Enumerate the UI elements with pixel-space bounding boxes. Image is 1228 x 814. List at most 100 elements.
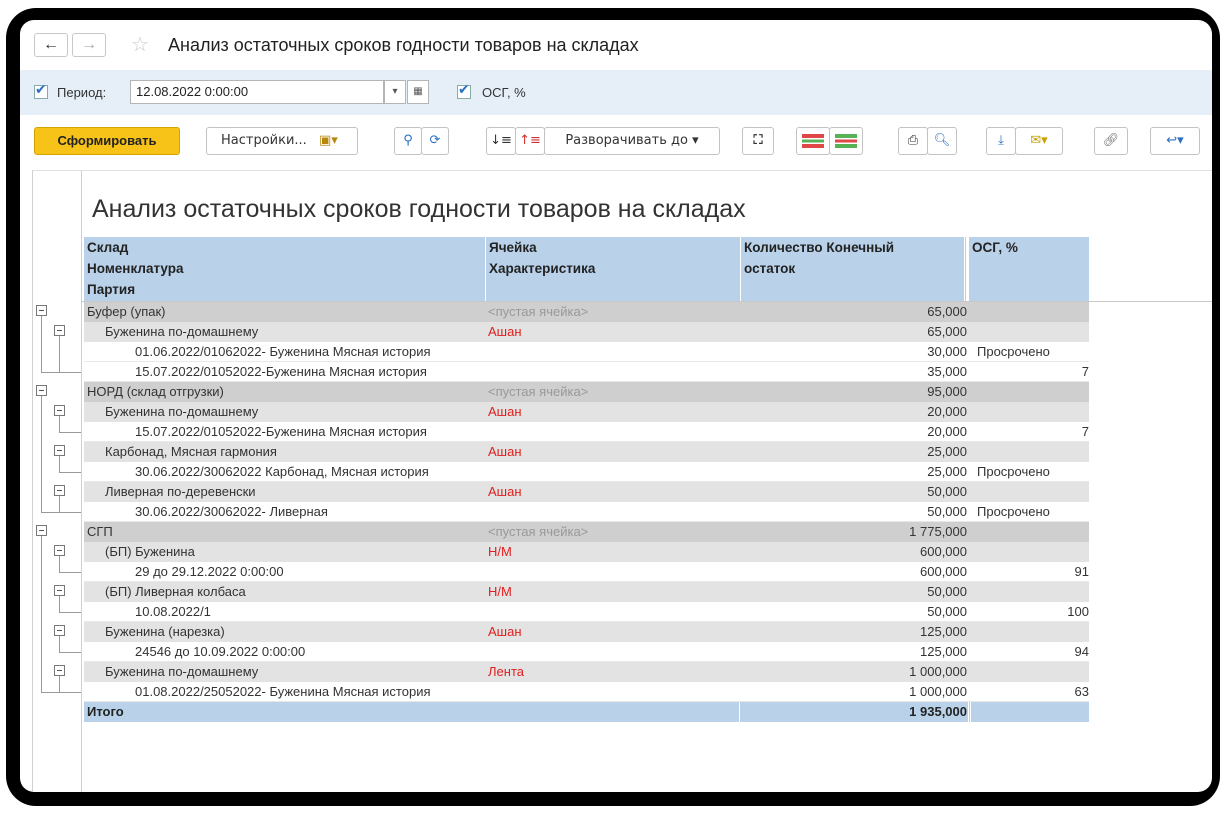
find-next-button[interactable]: ⟳: [421, 127, 449, 155]
total-qty: 1 935,000: [909, 704, 967, 719]
row-osg: 7: [1081, 364, 1089, 379]
group-row-nomenklatura[interactable]: (БП) Ливерная колбаса Н/М 50,000: [84, 582, 1089, 602]
detail-row-partiya[interactable]: 29 до 29.12.2022 0:00:00 600,000 91: [84, 562, 1089, 582]
search-button[interactable]: ⚲: [394, 127, 422, 155]
calendar-icon: ▦: [413, 86, 423, 97]
collapse-toggle-icon[interactable]: [36, 305, 47, 316]
collapse-toggle-icon[interactable]: [36, 525, 47, 536]
header-col-qty: Количество Конечный остаток: [741, 237, 967, 301]
forward-button[interactable]: →: [72, 33, 106, 57]
collapse-toggle-icon[interactable]: [54, 585, 65, 596]
group-row-nomenklatura[interactable]: (БП) Буженина Н/М 600,000: [84, 542, 1089, 562]
row-osg: [972, 442, 1089, 462]
generate-button[interactable]: Сформировать: [34, 127, 180, 155]
group-row-sklad[interactable]: СГП <пустая ячейка> 1 775,000: [84, 522, 1089, 542]
period-checkbox[interactable]: [34, 82, 48, 99]
row-name: 01.08.2022/25052022- Буженина Мясная ист…: [135, 684, 431, 699]
collapse-toggle-icon[interactable]: [54, 405, 65, 416]
group-row-sklad[interactable]: Буфер (упак) <пустая ячейка> 65,000: [84, 302, 1089, 322]
email-button[interactable]: ✉▾: [1015, 127, 1063, 155]
forward-arrow-icon: →: [81, 36, 97, 53]
report-area: Анализ остаточных сроков годности товаро…: [32, 170, 1212, 792]
period-input[interactable]: 12.08.2022 0:00:00: [130, 80, 384, 104]
collapse-toggle-icon[interactable]: [54, 445, 65, 456]
detail-row-partiya[interactable]: 30.06.2022/30062022- Ливерная 50,000 Проср…: [84, 502, 1089, 522]
row-qty: 25,000: [927, 464, 967, 479]
green-red-stripes-icon: [835, 134, 857, 148]
period-dropdown-button[interactable]: ▾: [384, 80, 406, 104]
calendar-button[interactable]: ▦: [407, 80, 429, 104]
tree-connector: [59, 456, 60, 472]
params-panel: Период: 12.08.2022 0:00:00 ▾ ▦ ОСГ, %: [20, 70, 1212, 115]
row-osg: Просрочено: [977, 344, 1050, 359]
row-name: Ливерная по-деревенски: [105, 484, 256, 499]
group-row-nomenklatura[interactable]: Буженина по-домашнему Ашан 65,000: [84, 322, 1089, 342]
group-row-nomenklatura[interactable]: Буженина (нарезка) Ашан 125,000: [84, 622, 1089, 642]
collapse-toggle-icon[interactable]: [54, 625, 65, 636]
sort-desc-button[interactable]: ↓≡: [486, 127, 516, 155]
group-row-nomenklatura[interactable]: Карбонад, Мясная гармония Ашан 25,000: [84, 442, 1089, 462]
collapse-toggle-icon[interactable]: [54, 545, 65, 556]
row-name: Буфер (упак): [87, 304, 166, 319]
tree-connector: [59, 472, 81, 473]
tree-connector: [59, 572, 81, 573]
fullscreen-button[interactable]: ⛶: [742, 127, 774, 155]
sort-asc-button[interactable]: ↑≡: [515, 127, 545, 155]
detail-row-partiya[interactable]: 10.08.2022/1 50,000 100: [84, 602, 1089, 622]
tree-connector: [59, 636, 60, 652]
favorite-star-icon[interactable]: ☆: [131, 32, 149, 57]
print-button[interactable]: ⎙: [898, 127, 928, 155]
sort-desc-icon: ↓≡: [490, 133, 512, 148]
row-osg: [972, 622, 1089, 642]
group-row-nomenklatura[interactable]: Буженина по-домашнему Ашан 20,000: [84, 402, 1089, 422]
row-cell: <пустая ячейка>: [488, 524, 589, 539]
title-bar: ← → ☆ Анализ остаточных сроков годности …: [20, 20, 1212, 70]
green-red-stripes-icon: [802, 134, 824, 148]
group-row-sklad[interactable]: НОРД (склад отгрузки) <пустая ячейка> 95,0…: [84, 382, 1089, 402]
row-osg: [972, 542, 1089, 562]
row-qty: 95,000: [927, 384, 967, 399]
report-window: ← → ☆ Анализ остаточных сроков годности …: [20, 20, 1212, 792]
detail-row-partiya[interactable]: 01.06.2022/01062022- Буженина Мясная ист…: [84, 342, 1089, 362]
collapse-toggle-icon[interactable]: [54, 485, 65, 496]
group-row-nomenklatura[interactable]: Ливерная по-деревенски Ашан 50,000: [84, 482, 1089, 502]
save-button[interactable]: ⤓: [986, 127, 1016, 155]
tree-connector: [59, 416, 60, 432]
detail-row-partiya[interactable]: 15.07.2022/01052022-Буженина Мясная исто…: [84, 422, 1089, 442]
more-actions-button[interactable]: ↩▾: [1150, 127, 1200, 155]
print-preview-icon: 🔍︎: [933, 133, 951, 148]
row-cell: <пустая ячейка>: [488, 384, 589, 399]
row-osg: [972, 582, 1089, 602]
header-col-osg: ОСГ, %: [969, 237, 1089, 301]
group-color-alt-button[interactable]: [829, 127, 863, 155]
group-color-button[interactable]: [796, 127, 830, 155]
tree-connector: [59, 496, 60, 512]
link-button[interactable]: 🔗︎: [1094, 127, 1128, 155]
row-osg: [972, 322, 1089, 342]
toolbar: Сформировать Настройки... ▣▾ ⚲ ⟳ ↓≡ ↑≡ Р…: [20, 115, 1212, 167]
row-osg: [972, 402, 1089, 422]
detail-row-partiya[interactable]: 15.07.2022/01052022-Буженина Мясная исто…: [84, 362, 1089, 382]
tree-connector: [59, 336, 60, 372]
print-preview-button[interactable]: 🔍︎: [927, 127, 957, 155]
row-name: Буженина по-домашнему: [105, 664, 259, 679]
tree-connector: [59, 676, 60, 692]
detail-row-partiya[interactable]: 01.08.2022/25052022- Буженина Мясная ист…: [84, 682, 1089, 702]
detail-row-partiya[interactable]: 30.06.2022/30062022 Карбонад, Мясная ист…: [84, 462, 1089, 482]
settings-button[interactable]: Настройки... ▣▾: [206, 127, 358, 155]
collapse-toggle-icon[interactable]: [54, 325, 65, 336]
group-row-nomenklatura[interactable]: Буженина по-домашнему Лента 1 000,000: [84, 662, 1089, 682]
collapse-toggle-icon[interactable]: [36, 385, 47, 396]
back-arrow-icon: ←: [43, 36, 59, 53]
row-osg: [972, 662, 1089, 682]
detail-row-partiya[interactable]: 24546 до 10.09.2022 0:00:00 125,000 94: [84, 642, 1089, 662]
expand-to-button[interactable]: Разворачивать до ▾: [544, 127, 720, 155]
tree-connector: [41, 536, 42, 692]
osg-checkbox[interactable]: [457, 82, 471, 99]
row-qty: 600,000: [920, 544, 967, 559]
settings-label: Настройки...: [221, 133, 307, 148]
back-button[interactable]: ←: [34, 33, 68, 57]
row-qty: 20,000: [927, 404, 967, 419]
row-qty: 125,000: [920, 624, 967, 639]
collapse-toggle-icon[interactable]: [54, 665, 65, 676]
